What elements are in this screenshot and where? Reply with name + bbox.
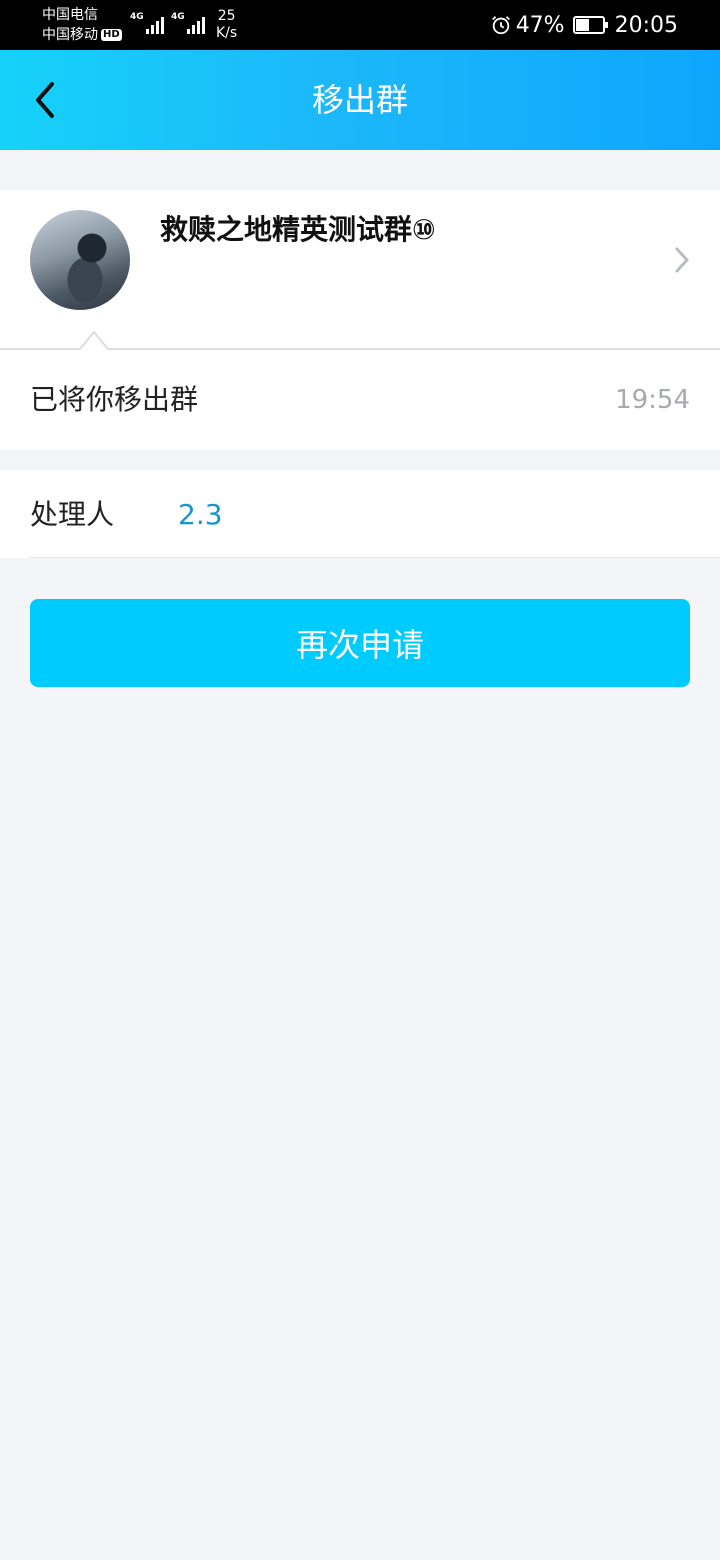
alarm-icon <box>491 16 510 35</box>
hd-badge: HD <box>101 29 122 41</box>
carrier-2: 中国移动 <box>42 27 98 43</box>
battery-percent: 47% <box>515 12 565 38</box>
network-speed-value: 25 <box>217 8 236 24</box>
message-time: 19:54 <box>615 385 690 415</box>
handler-row: 处理人 2.3 <box>0 470 720 558</box>
status-bar: 中国电信 中国移动 HD 4G 4G 25 K/s 47% 20:05 <box>0 0 720 50</box>
network-type-1: 4G <box>130 12 144 22</box>
signal-icon: 4G <box>130 12 166 34</box>
clock-time: 20:05 <box>614 12 678 38</box>
status-right: 47% 20:05 <box>490 0 678 50</box>
network-type-2: 4G <box>171 12 185 22</box>
title-bar: 移出群 <box>0 50 720 150</box>
chevron-right-icon[interactable] <box>674 246 690 274</box>
handler-divider <box>30 557 720 558</box>
carrier-1: 中国电信 <box>42 7 98 23</box>
battery-icon <box>572 16 608 34</box>
reapply-button[interactable]: 再次申请 <box>30 599 690 687</box>
handler-label: 处理人 <box>30 498 115 531</box>
network-speed-unit: K/s <box>216 25 238 41</box>
handler-name-link[interactable]: 2.3 <box>178 470 223 560</box>
pointer-notch <box>80 331 108 350</box>
removal-message-row: 已将你移出群 19:54 <box>0 350 720 450</box>
carrier-info: 中国电信 中国移动 HD <box>42 5 122 45</box>
signal-icon: 4G <box>171 12 207 34</box>
group-card[interactable]: 救赎之地精英测试群⑩ <box>0 190 720 349</box>
network-speed: 25 K/s <box>216 8 237 42</box>
removal-message: 已将你移出群 <box>30 383 199 416</box>
group-avatar <box>30 210 130 310</box>
group-name: 救赎之地精英测试群⑩ <box>160 213 436 246</box>
page-title: 移出群 <box>311 81 408 119</box>
